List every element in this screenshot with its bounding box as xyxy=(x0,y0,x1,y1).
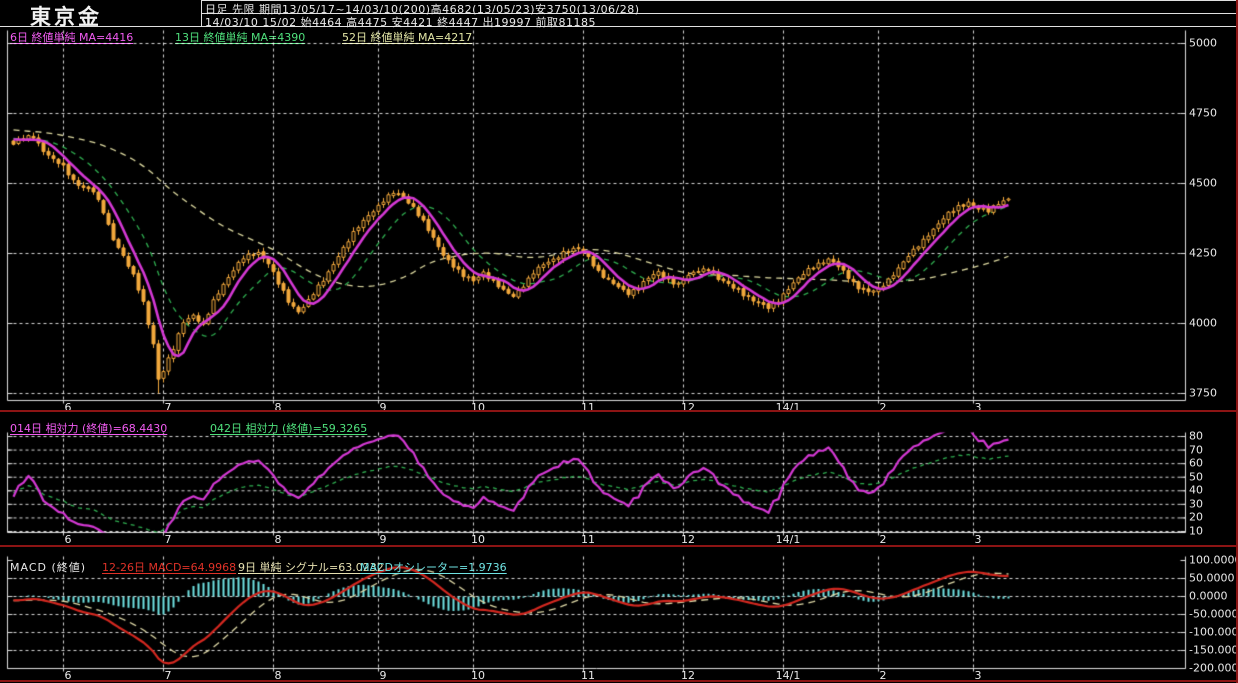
macd-axis-tick-label: 100.0000 xyxy=(1189,553,1238,567)
rsi14-legend[interactable]: 014日 相対力 (終値)=68.4430 xyxy=(10,420,167,436)
macd-axis-tick-label: 50.0000 xyxy=(1189,571,1235,585)
macd-axis-tick-label: 0.0000 xyxy=(1189,589,1228,603)
month-tick-label: 2 xyxy=(879,401,887,414)
rsi42-legend[interactable]: 042日 相対力 (終値)=59.3265 xyxy=(210,420,367,436)
separator-price-rsi xyxy=(0,410,1238,412)
price-axis-tick-label: 4750 xyxy=(1189,106,1217,120)
month-tick-label: 11 xyxy=(581,401,595,414)
month-tick-label: 6 xyxy=(64,401,72,414)
price-axis-tick-label: 5000 xyxy=(1189,36,1217,50)
rsi-axis-tick-label: 80 xyxy=(1189,429,1203,443)
macd-axis-tick-label: -200.000 xyxy=(1189,661,1238,675)
month-tick-label: 14/1 xyxy=(775,401,801,414)
rsi-axis-tick-label: 30 xyxy=(1189,497,1203,511)
separator-rsi-macd xyxy=(0,545,1238,547)
month-tick-label: 8 xyxy=(274,401,282,414)
price-axis-tick-label: 4250 xyxy=(1189,246,1217,260)
macd-line-legend[interactable]: 12-26日 MACD=64.9968 xyxy=(102,559,236,575)
rsi-axis-tick-label: 50 xyxy=(1189,470,1203,484)
month-tick-label: 9 xyxy=(379,401,387,414)
window-bottom-border xyxy=(0,680,1238,682)
macd-axis-tick-label: -50.0000 xyxy=(1189,607,1238,621)
rsi-axis-tick-label: 60 xyxy=(1189,456,1203,470)
price-axis-tick-label: 4500 xyxy=(1189,176,1217,190)
price-axis-tick-label: 3750 xyxy=(1189,386,1217,400)
macd-axis-tick-label: -100.000 xyxy=(1189,625,1238,639)
chart-terminal-window: { "window": { "title": "東京金" }, "header"… xyxy=(0,0,1238,683)
month-tick-label: 12 xyxy=(681,401,695,414)
rsi-axis-tick-label: 10 xyxy=(1189,524,1203,538)
rsi-axis-tick-label: 20 xyxy=(1189,510,1203,524)
macd-axis-tick-label: -150.000 xyxy=(1189,643,1238,657)
chart-canvas[interactable] xyxy=(0,0,1238,683)
price-axis-tick-label: 4000 xyxy=(1189,316,1217,330)
month-tick-label: 7 xyxy=(164,401,172,414)
macd-oscillator-legend[interactable]: MACDオシレーター=1.9736 xyxy=(360,559,507,575)
macd-title-legend[interactable]: MACD (終値) xyxy=(10,559,86,575)
month-tick-label: 10 xyxy=(471,401,485,414)
rsi-axis-tick-label: 40 xyxy=(1189,483,1203,497)
rsi-axis-tick-label: 70 xyxy=(1189,443,1203,457)
month-tick-label: 3 xyxy=(974,401,982,414)
